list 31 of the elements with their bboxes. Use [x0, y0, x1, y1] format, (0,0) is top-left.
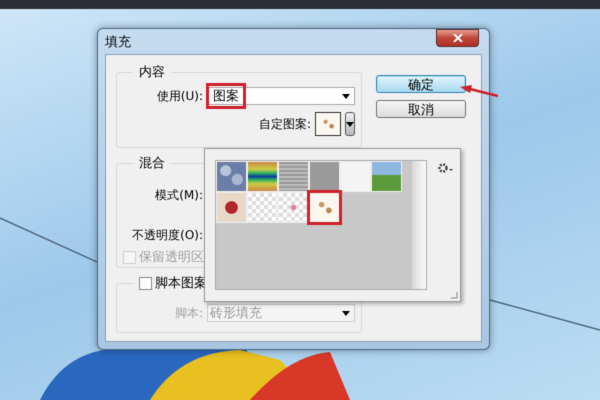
field-label: 不透明度(O): [131, 226, 203, 244]
group-title: 内容 [138, 64, 166, 81]
field-label: 模式(M): [154, 186, 203, 204]
pattern-tile[interactable] [371, 161, 402, 192]
annotation-arrow [458, 84, 498, 100]
field-label: 脚本: [174, 304, 203, 322]
resize-grip-icon[interactable] [450, 291, 458, 299]
pattern-tile[interactable] [247, 192, 278, 223]
dialog-button[interactable]: 取消 [376, 100, 466, 118]
pattern-tile[interactable] [309, 161, 340, 192]
pattern-dropdown-button[interactable] [345, 112, 355, 136]
pattern-tile[interactable] [216, 192, 247, 223]
field-label: 自定图案: [258, 116, 311, 132]
pattern-swatch[interactable] [315, 112, 341, 136]
group-title: 混合 [138, 155, 166, 172]
scrollbar[interactable] [412, 161, 426, 289]
window-title: 填充 [105, 34, 131, 50]
caret-icon [346, 122, 354, 126]
pattern-tile[interactable] [278, 192, 309, 223]
dialog-button[interactable]: 确定 [376, 75, 466, 93]
pattern-tile[interactable] [247, 161, 278, 192]
pattern-tile[interactable] [309, 192, 340, 223]
field-label: 使用(U): [156, 88, 203, 104]
settings-icon[interactable] [437, 162, 453, 174]
close-icon [452, 34, 462, 42]
close-button[interactable] [436, 29, 479, 47]
caret-icon [342, 94, 350, 98]
caret-icon [342, 310, 350, 316]
pattern-tile[interactable] [216, 161, 247, 192]
pattern-tile[interactable] [278, 161, 309, 192]
pattern-tile[interactable] [340, 161, 371, 192]
